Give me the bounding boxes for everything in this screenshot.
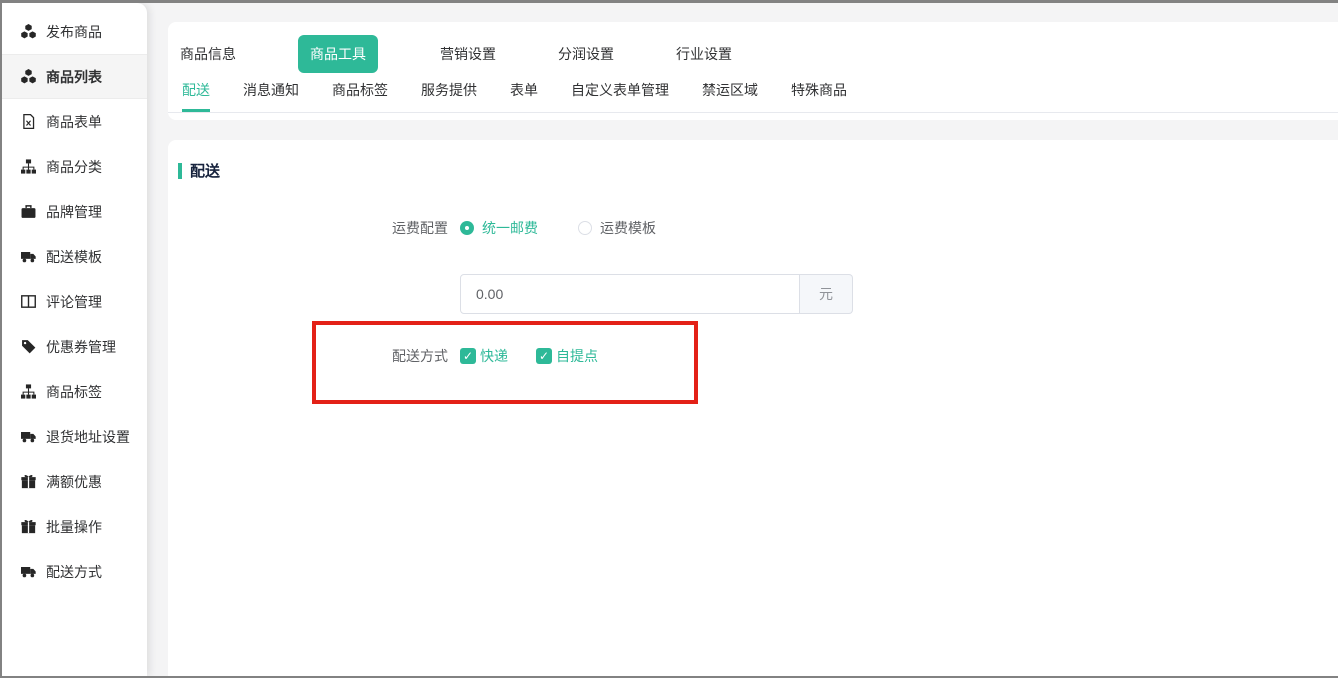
radio-unified-postage[interactable]: 统一邮费: [460, 218, 538, 238]
sidebar-item-publish-product[interactable]: 发布商品: [2, 9, 147, 54]
sitemap-icon: [21, 384, 36, 399]
sidebar-item-label: 品牌管理: [46, 202, 102, 222]
sidebar-item-product-list[interactable]: 商品列表: [2, 54, 147, 99]
sidebar-item-product-tags[interactable]: 商品标签: [2, 369, 147, 414]
subtab-embargo-area[interactable]: 禁运区域: [702, 80, 758, 100]
subtab-form[interactable]: 表单: [510, 80, 538, 100]
content-panel: 配送 运费配置 统一邮费 运费模板 元 配送方式: [168, 140, 1338, 678]
sidebar-item-label: 商品分类: [46, 157, 102, 177]
radio-label: 运费模板: [600, 218, 656, 238]
radio-selected-icon: [460, 221, 474, 235]
sidebar-item-label: 商品表单: [46, 112, 102, 132]
freight-config-row: 运费配置 统一邮费 运费模板: [168, 218, 656, 238]
section-header: 配送: [178, 160, 220, 181]
subtab-special-products[interactable]: 特殊商品: [791, 80, 847, 100]
tabs-card: 商品信息 商品工具 营销设置 分润设置 行业设置 配送 消息通知 商品标签 服务…: [168, 22, 1338, 120]
sidebar: 发布商品 商品列表 商品表单 商品分类 品牌管理 配送模板 评论管理 优惠券管: [2, 3, 147, 676]
delivery-checkbox-group: ✓ 快递 ✓ 自提点: [460, 346, 598, 366]
tab-product-info[interactable]: 商品信息: [180, 35, 236, 73]
sidebar-item-label: 配送模板: [46, 247, 102, 267]
sidebar-item-batch-operations[interactable]: 批量操作: [2, 504, 147, 549]
sidebar-item-comment-management[interactable]: 评论管理: [2, 279, 147, 324]
cubes-icon: [21, 69, 36, 84]
sidebar-item-label: 发布商品: [46, 22, 102, 42]
sidebar-item-label: 评论管理: [46, 292, 102, 312]
sidebar-item-label: 配送方式: [46, 562, 102, 582]
checkbox-checked-icon: ✓: [536, 348, 552, 364]
sidebar-item-brand-management[interactable]: 品牌管理: [2, 189, 147, 234]
subtab-message-notification[interactable]: 消息通知: [243, 80, 299, 100]
window-frame-top: [0, 0, 1338, 3]
sidebar-item-label: 优惠券管理: [46, 337, 116, 357]
tab-product-tools[interactable]: 商品工具: [298, 35, 378, 73]
radio-label: 统一邮费: [482, 218, 538, 238]
subtab-custom-form-management[interactable]: 自定义表单管理: [571, 80, 669, 100]
truck-icon: [21, 564, 36, 579]
freight-radio-group: 统一邮费 运费模板: [460, 218, 656, 238]
cubes-icon: [21, 24, 36, 39]
app-root: 发布商品 商品列表 商品表单 商品分类 品牌管理 配送模板 评论管理 优惠券管: [0, 0, 1338, 678]
sitemap-icon: [21, 159, 36, 174]
file-icon: [21, 114, 36, 129]
sidebar-item-label: 满额优惠: [46, 472, 102, 492]
truck-icon: [21, 249, 36, 264]
section-title: 配送: [190, 160, 220, 181]
section-accent-bar: [178, 163, 182, 179]
columns-icon: [21, 294, 36, 309]
delivery-method-row: 配送方式 ✓ 快递 ✓ 自提点: [168, 346, 598, 366]
checkbox-express[interactable]: ✓ 快递: [460, 346, 508, 366]
gift-icon: [21, 474, 36, 489]
gift-icon: [21, 519, 36, 534]
truck-icon: [21, 429, 36, 444]
freight-config-label: 运费配置: [168, 218, 448, 238]
delivery-method-label: 配送方式: [168, 346, 448, 366]
briefcase-icon: [21, 204, 36, 219]
tab-industry-settings[interactable]: 行业设置: [676, 35, 732, 73]
sidebar-item-coupon-management[interactable]: 优惠券管理: [2, 324, 147, 369]
sidebar-item-delivery-template[interactable]: 配送模板: [2, 234, 147, 279]
sidebar-item-label: 商品标签: [46, 382, 102, 402]
window-frame-left: [0, 0, 2, 678]
checkbox-label: 快递: [480, 346, 508, 366]
subtab-service-provision[interactable]: 服务提供: [421, 80, 477, 100]
postage-input-group: 元: [460, 274, 853, 314]
sidebar-item-label: 退货地址设置: [46, 427, 130, 447]
postage-input[interactable]: [460, 274, 800, 314]
sidebar-item-full-amount-discount[interactable]: 满额优惠: [2, 459, 147, 504]
sidebar-item-delivery-method[interactable]: 配送方式: [2, 549, 147, 594]
sidebar-item-product-category[interactable]: 商品分类: [2, 144, 147, 189]
tag-icon: [21, 339, 36, 354]
top-tabs: 商品信息 商品工具 营销设置 分润设置 行业设置: [168, 22, 1338, 72]
tab-profit-settings[interactable]: 分润设置: [558, 35, 614, 73]
sidebar-item-product-form[interactable]: 商品表单: [2, 99, 147, 144]
checkbox-checked-icon: ✓: [460, 348, 476, 364]
radio-unselected-icon: [578, 221, 592, 235]
radio-freight-template[interactable]: 运费模板: [578, 218, 656, 238]
checkbox-label: 自提点: [556, 346, 598, 366]
sub-tabs: 配送 消息通知 商品标签 服务提供 表单 自定义表单管理 禁运区域 特殊商品: [168, 72, 1338, 113]
postage-unit-suffix: 元: [800, 274, 853, 314]
tab-marketing-settings[interactable]: 营销设置: [440, 35, 496, 73]
sidebar-item-label: 批量操作: [46, 517, 102, 537]
subtab-product-tags[interactable]: 商品标签: [332, 80, 388, 100]
sidebar-item-label: 商品列表: [46, 67, 102, 87]
checkbox-pickup-point[interactable]: ✓ 自提点: [536, 346, 598, 366]
subtab-delivery[interactable]: 配送: [182, 80, 210, 100]
sidebar-item-return-address-settings[interactable]: 退货地址设置: [2, 414, 147, 459]
